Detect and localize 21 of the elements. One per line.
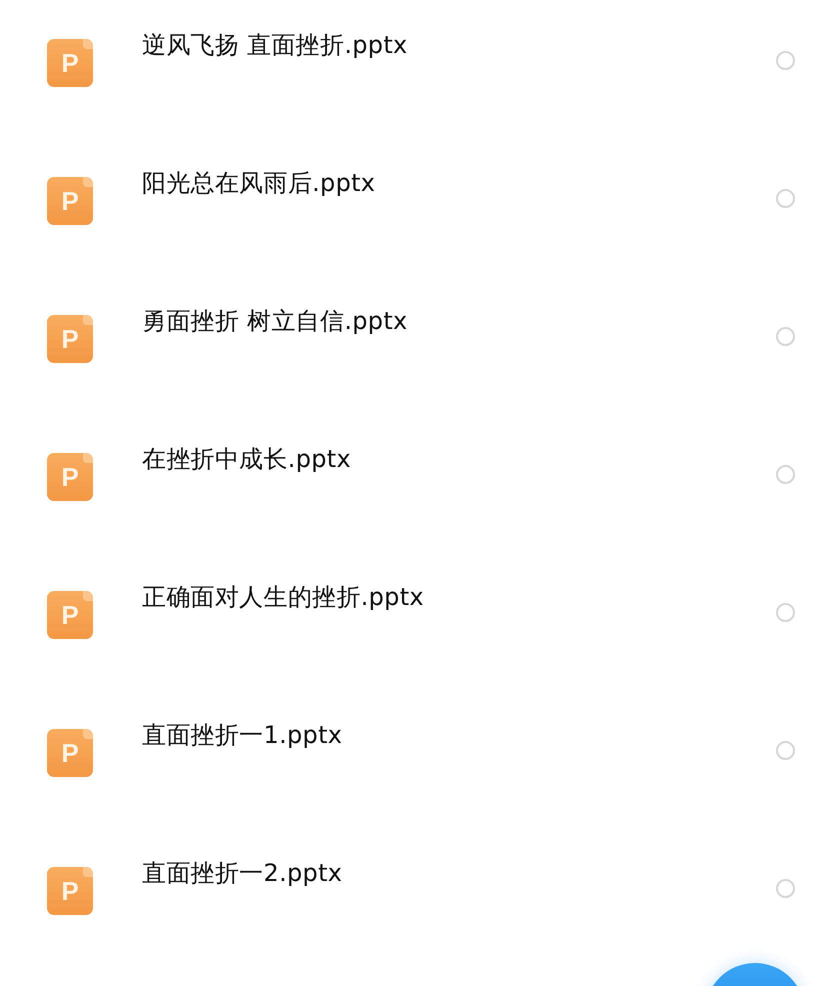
file-name[interactable]: 直面挫折一2.pptx xyxy=(142,858,776,888)
presentation-file-icon: P xyxy=(47,315,93,363)
select-radio[interactable] xyxy=(776,465,795,484)
presentation-file-icon: P xyxy=(47,729,93,777)
presentation-file-icon: P xyxy=(47,177,93,225)
select-radio[interactable] xyxy=(776,189,795,208)
file-name[interactable]: 阳光总在风雨后.pptx xyxy=(142,168,776,198)
select-radio[interactable] xyxy=(776,51,795,70)
presentation-file-icon: P xyxy=(47,591,93,639)
file-name[interactable]: 勇面挫折 树立自信.pptx xyxy=(142,306,776,336)
select-radio[interactable] xyxy=(776,741,795,760)
select-radio[interactable] xyxy=(776,879,795,898)
presentation-file-icon: P xyxy=(47,39,93,87)
file-name[interactable]: 正确面对人生的挫折.pptx xyxy=(142,582,776,612)
select-radio[interactable] xyxy=(776,603,795,622)
select-radio[interactable] xyxy=(776,327,795,346)
file-name[interactable]: 在挫折中成长.pptx xyxy=(142,444,776,474)
file-name[interactable]: 逆风飞扬 直面挫折.pptx xyxy=(142,30,776,60)
presentation-file-icon: P xyxy=(47,453,93,501)
presentation-file-icon: P xyxy=(47,867,93,915)
file-name[interactable]: 直面挫折一1.pptx xyxy=(142,720,776,750)
